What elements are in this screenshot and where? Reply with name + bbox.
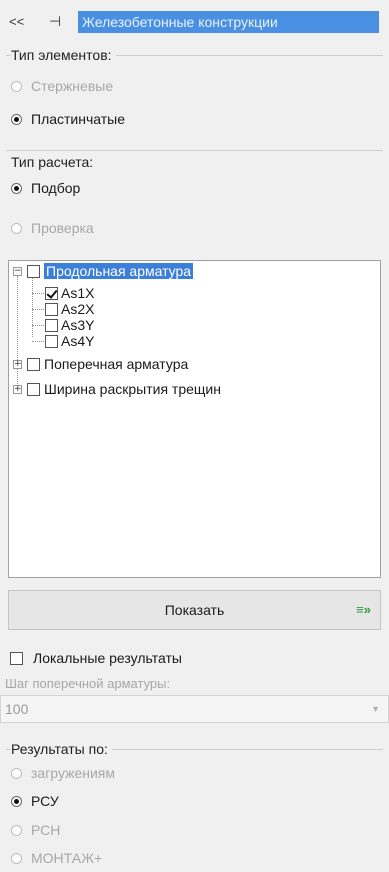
- show-button-label: Показать: [164, 602, 225, 618]
- checkbox-as2x[interactable]: [45, 303, 58, 316]
- show-button[interactable]: Показать ≡»: [8, 590, 381, 630]
- tree-connector: [17, 276, 18, 392]
- chevron-down-icon: ▼: [371, 704, 380, 714]
- radio-check-calc[interactable]: Проверка: [11, 220, 94, 236]
- tree-item-as3y[interactable]: As3Y: [61, 317, 94, 334]
- dropdown-value: 100: [5, 701, 29, 717]
- tree-connector: [32, 325, 44, 326]
- tree-connector: [32, 293, 44, 294]
- element-type-label: Тип элементов:: [11, 47, 116, 63]
- double-arrow-right-icon: ≡»: [356, 602, 371, 617]
- tree-item-label: Продольная арматура: [44, 263, 194, 279]
- panel-title: Железобетонные конструкции: [78, 11, 379, 33]
- tree-item-as1x[interactable]: As1X: [61, 285, 94, 302]
- tree-expand-icon[interactable]: +: [13, 385, 22, 394]
- tree-item-as2x[interactable]: As2X: [61, 301, 94, 318]
- radio-plate-elements[interactable]: Пластинчатые: [11, 111, 125, 127]
- checkbox-crack-width[interactable]: [27, 383, 40, 396]
- radio-by-rsu[interactable]: РСУ: [11, 793, 59, 809]
- tree-item-as4y[interactable]: As4Y: [61, 333, 94, 350]
- radio-button-icon: [11, 852, 22, 864]
- radio-button-icon: [11, 222, 22, 234]
- checkbox-as4y[interactable]: [45, 335, 58, 348]
- radio-label: РСУ: [31, 793, 59, 809]
- tree-connector: [32, 341, 44, 342]
- radio-button-checked-icon: [11, 113, 22, 125]
- radio-by-loadings[interactable]: загружениям: [11, 765, 115, 781]
- group-divider: [6, 150, 383, 151]
- results-by-label: Результаты по:: [11, 741, 112, 757]
- radio-label: МОНТАЖ+: [31, 850, 103, 866]
- tree-expand-icon[interactable]: +: [13, 360, 22, 369]
- tree-connector: [32, 277, 33, 337]
- radio-by-rsn[interactable]: РСН: [11, 822, 60, 838]
- collapse-panel-button[interactable]: <<: [9, 14, 24, 29]
- checkbox-transverse[interactable]: [27, 358, 40, 371]
- radio-button-icon: [11, 824, 22, 836]
- radio-button-checked-icon: [11, 182, 22, 194]
- radio-button-icon: [11, 767, 22, 779]
- radio-label: загружениям: [31, 765, 116, 781]
- tree-item-longitudinal[interactable]: Продольная арматура: [44, 263, 194, 280]
- step-label: Шаг поперечной арматуры:: [5, 676, 171, 691]
- radio-selection-calc[interactable]: Подбор: [11, 180, 80, 196]
- step-dropdown[interactable]: 100 ▼: [0, 695, 389, 723]
- tree-connector: [32, 309, 44, 310]
- radio-label: Проверка: [31, 220, 94, 236]
- radio-label: РСН: [31, 822, 61, 838]
- checkbox-as3y[interactable]: [45, 319, 58, 332]
- radio-label: Подбор: [31, 180, 81, 196]
- checkbox-icon: [10, 651, 23, 665]
- checkbox-label: Локальные результаты: [33, 650, 182, 666]
- local-results-checkbox[interactable]: Локальные результаты: [10, 650, 182, 666]
- checkbox-longitudinal[interactable]: [27, 265, 40, 278]
- radio-rod-elements[interactable]: Стержневые: [11, 78, 113, 94]
- radio-label: Стержневые: [31, 78, 114, 94]
- reinforcement-tree[interactable]: − Продольная арматура As1X As2X As3Y As4…: [8, 260, 381, 578]
- radio-button-icon: [11, 80, 22, 92]
- tree-item-transverse[interactable]: Поперечная арматура: [44, 356, 188, 373]
- calc-type-label: Тип расчета:: [11, 154, 98, 170]
- pin-icon[interactable]: ⊣: [49, 13, 61, 30]
- radio-button-checked-icon: [11, 795, 22, 807]
- radio-label: Пластинчатые: [31, 111, 126, 127]
- checkbox-as1x[interactable]: [45, 287, 58, 300]
- radio-by-montage[interactable]: МОНТАЖ+: [11, 850, 102, 866]
- tree-item-crack-width[interactable]: Ширина раскрытия трещин: [44, 381, 221, 398]
- tree-collapse-icon[interactable]: −: [13, 267, 22, 276]
